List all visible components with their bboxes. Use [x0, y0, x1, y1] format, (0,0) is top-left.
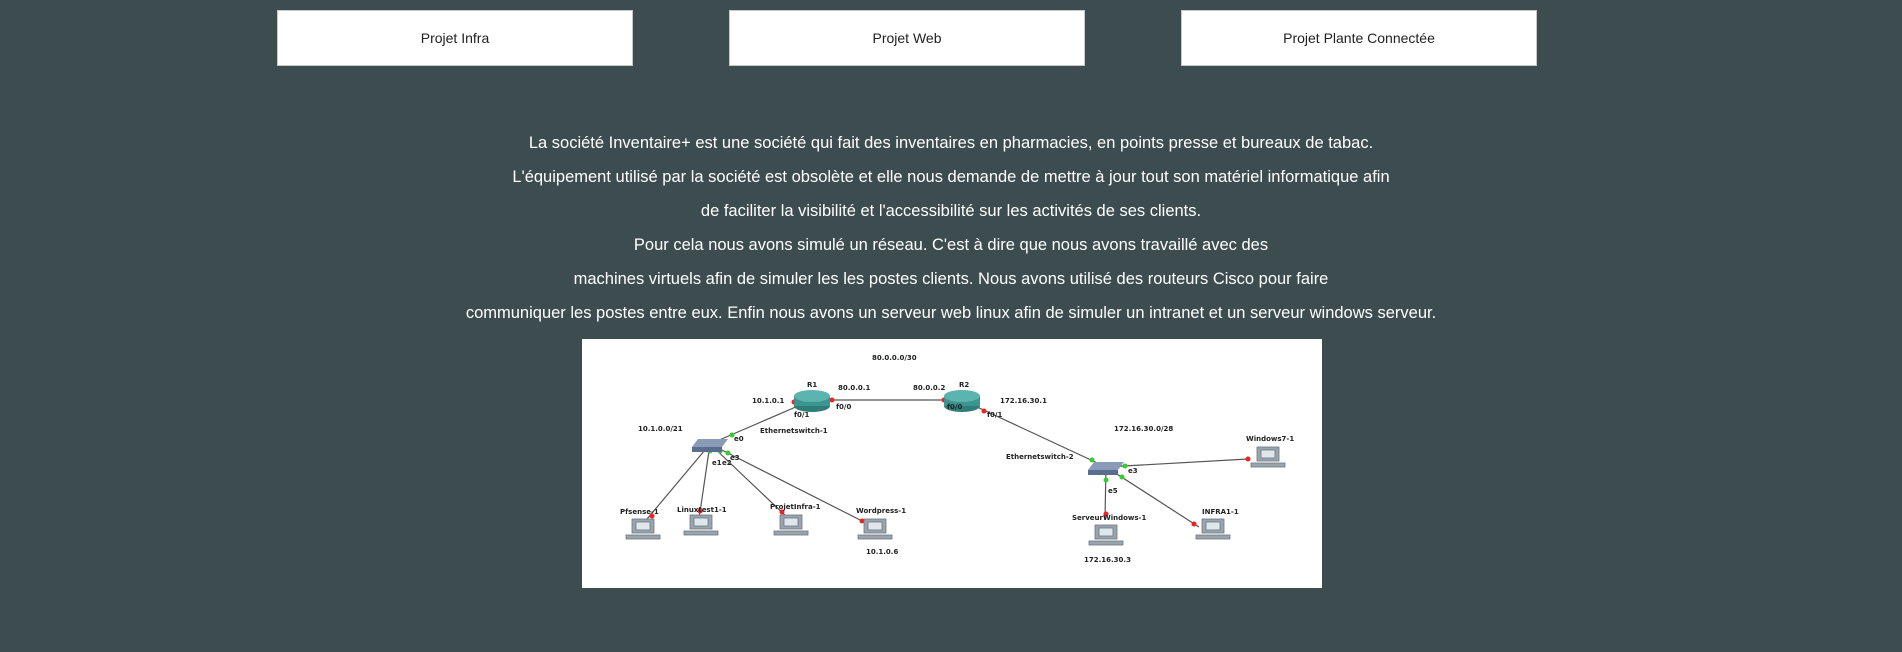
intro-text: La société Inventaire+ est une société q…	[0, 126, 1902, 330]
intro-line: L'équipement utilisé par la société est …	[512, 168, 1390, 186]
wordpress-label: Wordpress-1	[856, 507, 906, 515]
intro-line: La société Inventaire+ est une société q…	[528, 134, 1374, 152]
interface-dots	[649, 397, 1251, 527]
sw1-e3-label: e3	[730, 454, 740, 462]
computer-icon	[683, 514, 719, 536]
switch2-label: Ethernetswitch-2	[1006, 453, 1074, 461]
nav-button-projet-infra[interactable]: Projet Infra	[277, 10, 633, 66]
network-diagram: 80.0.0.0/30 R1 R2 80.0.0.1 80.0.0.2 10.1…	[582, 339, 1322, 588]
switch-icon	[1088, 462, 1124, 475]
r2-f01-label: f0/1	[987, 411, 1002, 419]
r1-wan-ip-label: 80.0.0.1	[838, 384, 870, 392]
r1-f00-label: f0/0	[836, 403, 851, 411]
network-links	[641, 399, 1249, 528]
lan1-network-label: 10.1.0.0/21	[638, 425, 683, 433]
wan-network-label: 80.0.0.0/30	[872, 354, 917, 362]
lan1-gateway-label: 10.1.0.1	[752, 397, 784, 405]
nav-button-projet-plante-connectee[interactable]: Projet Plante Connectée	[1181, 10, 1537, 66]
computer-icon	[1250, 446, 1286, 468]
computer-icon	[1088, 524, 1124, 546]
lan2-network-label: 172.16.30.0/28	[1114, 425, 1173, 433]
intro-line: machines virtuels afin de simuler les le…	[573, 270, 1329, 288]
nav-button-projet-web[interactable]: Projet Web	[729, 10, 1085, 66]
projetinfra-label: ProjetInfra-1	[770, 503, 821, 511]
router-r1-label: R1	[807, 381, 817, 389]
r2-f00-label: f0/0	[947, 403, 962, 411]
serveurwindows-label: ServeurWindows-1	[1072, 514, 1146, 522]
computer-icon	[773, 514, 809, 536]
router-r2-label: R2	[959, 381, 969, 389]
windows7-label: Windows7-1	[1246, 435, 1294, 443]
intro-line: communiquer les postes entre eux. Enfin …	[465, 304, 1437, 322]
sw2-e3-label: e3	[1128, 467, 1138, 475]
pfsense-label: Pfsense-1	[620, 508, 659, 516]
r1-f01-label: f0/1	[794, 411, 809, 419]
linuxtest-label: Linuxtest1-1	[677, 506, 727, 514]
wordpress-ip-label: 10.1.0.6	[866, 548, 898, 556]
sw2-e5-label: e5	[1108, 487, 1118, 495]
intro-line: Pour cela nous avons simulé un réseau. C…	[633, 236, 1269, 254]
infra1-label: INFRA1-1	[1202, 508, 1239, 516]
router-icon	[794, 390, 830, 412]
sw1-e0-label: e0	[734, 435, 744, 443]
lan2-gateway-label: 172.16.30.1	[1000, 397, 1047, 405]
computer-icon	[1195, 518, 1231, 540]
switch1-label: Ethernetswitch-1	[760, 427, 828, 435]
sw1-e1-label: e1	[712, 459, 722, 467]
r2-wan-ip-label: 80.0.0.2	[913, 384, 945, 392]
intro-line: de faciliter la visibilité et l'accessib…	[700, 202, 1202, 220]
computer-icon	[625, 518, 661, 540]
serveurwindows-ip-label: 172.16.30.3	[1084, 556, 1131, 564]
